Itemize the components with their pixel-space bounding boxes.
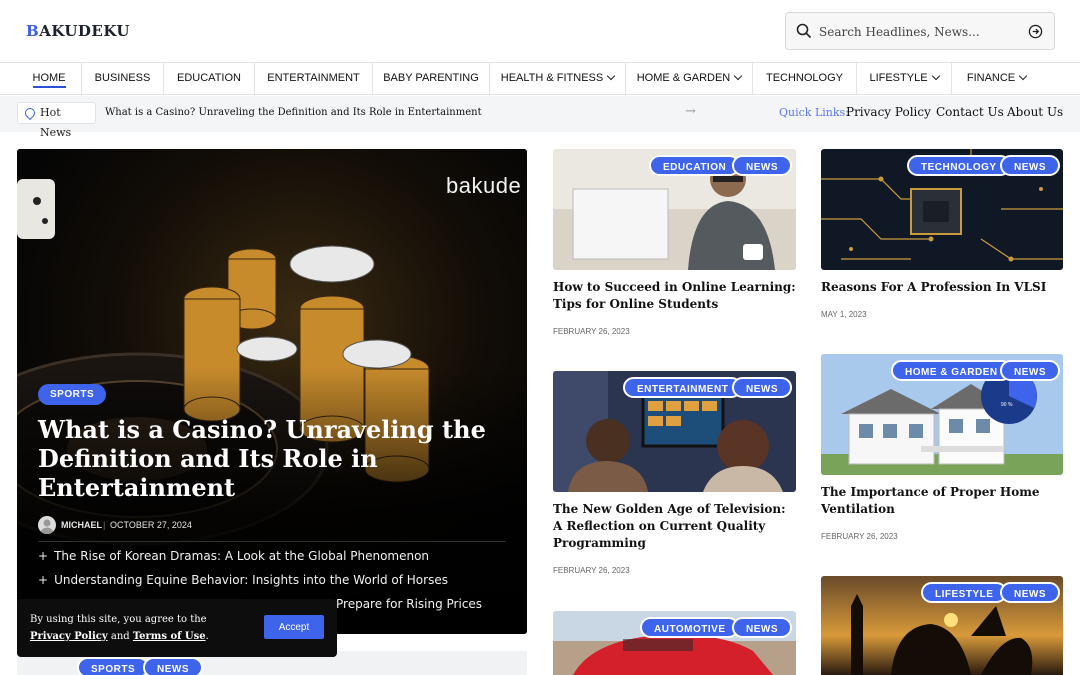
link-contact-us[interactable]: Contact Us	[936, 105, 1004, 119]
hot-news-label: Hot News	[17, 102, 96, 139]
chevron-down-icon	[931, 71, 940, 81]
nav-item-education[interactable]: EDUCATION	[164, 63, 255, 94]
tag-badge[interactable]: NEWS	[732, 617, 792, 638]
chevron-down-icon	[734, 71, 743, 81]
search-input[interactable]	[819, 21, 1019, 43]
nav-item-baby-parenting[interactable]: BABY PARENTING	[373, 63, 490, 94]
accept-cookies-button[interactable]: Accept	[264, 615, 324, 639]
featured-article[interactable]: bakude SPORTS What is a Casino? Unraveli…	[17, 149, 527, 634]
arrow-right-icon[interactable]: →	[685, 104, 696, 119]
category-badge[interactable]: LIFESTYLE	[921, 582, 1008, 603]
divider	[38, 541, 506, 542]
cookie-text: By using this site, you agree to the Pri…	[30, 614, 209, 642]
privacy-policy-link[interactable]: Privacy Policy	[30, 631, 108, 642]
author-name[interactable]: MICHAEL	[61, 520, 102, 530]
link-about-us[interactable]: About Us	[1007, 105, 1063, 119]
terms-of-use-link[interactable]: Terms of Use	[133, 631, 206, 642]
cookie-consent: By using this site, you agree to the Pri…	[17, 599, 337, 657]
image-watermark: bakude	[446, 173, 522, 198]
plus-icon: +	[38, 549, 49, 563]
tag-badge[interactable]: NEWS	[1000, 582, 1060, 603]
search-icon	[796, 23, 812, 39]
meta-divider: |	[103, 520, 106, 530]
tag-badge[interactable]: NEWS	[732, 155, 792, 176]
category-badge[interactable]: TECHNOLOGY	[907, 155, 1011, 176]
nav-item-home-garden[interactable]: HOME & GARDEN	[626, 63, 753, 94]
nav-item-finance[interactable]: FINANCE	[952, 63, 1041, 94]
quick-links-label: Quick Links:	[779, 106, 849, 119]
article-title[interactable]: Reasons For A Profession In VLSI	[821, 279, 1063, 296]
category-badge[interactable]: EDUCATION	[649, 155, 741, 176]
related-link[interactable]: + The Rise of Korean Dramas: A Look at th…	[38, 549, 429, 563]
tag-badge[interactable]: NEWS	[1000, 360, 1060, 381]
featured-title[interactable]: What is a Casino? Unraveling the Definit…	[38, 415, 508, 502]
tag-badge[interactable]: NEWS	[732, 377, 792, 398]
related-link[interactable]: + Understanding Equine Behavior: Insights…	[38, 573, 448, 587]
flame-icon	[22, 105, 38, 121]
category-badge[interactable]: ENTERTAINMENT	[623, 377, 743, 398]
article-date: MAY 1, 2023	[821, 310, 867, 319]
chart-overlay-label: 90 %	[1001, 402, 1013, 408]
chevron-down-icon	[1018, 71, 1028, 81]
link-privacy-policy[interactable]: Privacy Policy	[846, 105, 931, 119]
nav-item-technology[interactable]: TECHNOLOGY	[753, 63, 857, 94]
nav-item-lifestyle[interactable]: LIFESTYLE	[857, 63, 952, 94]
chevron-down-icon	[606, 71, 616, 81]
article-date: FEBRUARY 26, 2023	[553, 327, 630, 336]
category-badge[interactable]: AUTOMOTIVE	[640, 617, 740, 638]
article-title[interactable]: The Importance of Proper Home Ventilatio…	[821, 484, 1063, 518]
site-header: BAKUDEKU	[0, 0, 1080, 62]
site-logo[interactable]: BAKUDEKU	[26, 22, 130, 40]
avatar	[38, 516, 56, 534]
category-badge[interactable]: SPORTS	[38, 384, 107, 405]
tag-badge[interactable]: NEWS	[1000, 155, 1060, 176]
nav-item-entertainment[interactable]: ENTERTAINMENT	[255, 63, 373, 94]
tag-badge[interactable]: NEWS	[143, 657, 203, 675]
article-title[interactable]: The New Golden Age of Television: A Refl…	[553, 501, 796, 552]
article-date: FEBRUARY 26, 2023	[821, 532, 898, 541]
article-date: OCTOBER 27, 2024	[110, 520, 192, 530]
category-badge[interactable]: SPORTS	[77, 657, 150, 675]
news-ticker: Hot News What is a Casino? Unraveling th…	[0, 96, 1080, 139]
arrow-right-circle-icon[interactable]	[1028, 24, 1043, 39]
nav-item-health-fitness[interactable]: HEALTH & FITNESS	[490, 63, 626, 94]
category-badge[interactable]: HOME & GARDEN	[891, 360, 1012, 381]
ticker-headline[interactable]: What is a Casino? Unraveling the Definit…	[105, 107, 482, 118]
related-link[interactable]: Prepare for Rising Prices	[336, 597, 482, 611]
article-title[interactable]: How to Succeed in Online Learning: Tips …	[553, 279, 796, 313]
search-box	[785, 12, 1055, 50]
plus-icon: +	[38, 573, 49, 587]
nav-item-home[interactable]: HOME	[17, 63, 82, 94]
article-date: FEBRUARY 26, 2023	[553, 566, 630, 575]
nav-item-business[interactable]: BUSINESS	[82, 63, 164, 94]
main-navigation: HOME BUSINESS EDUCATION ENTERTAINMENT BA…	[0, 62, 1080, 95]
